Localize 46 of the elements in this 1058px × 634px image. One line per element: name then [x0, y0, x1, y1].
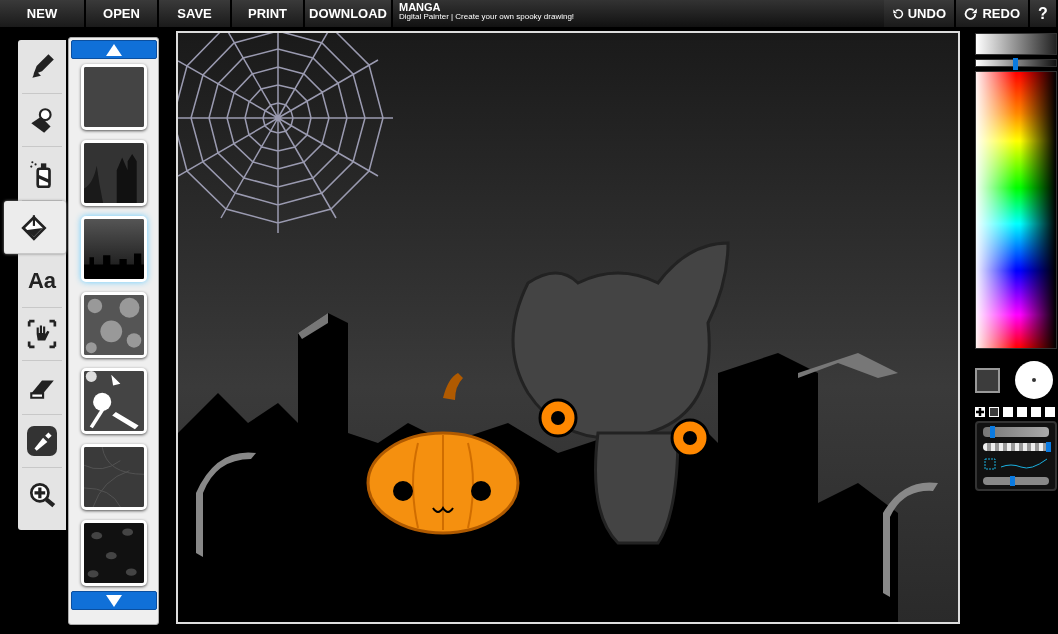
slider-thumb[interactable] — [1013, 58, 1019, 70]
background-thumbnail[interactable] — [80, 216, 147, 282]
brush-size-slider[interactable] — [983, 427, 1049, 437]
menu-button[interactable]: UNDO — [884, 0, 956, 27]
app-subtitle: Digital Painter | Create your own spooky drawing! — [399, 13, 576, 21]
down-arrow-icon — [105, 594, 122, 607]
color-swatch[interactable] — [1003, 407, 1013, 417]
slider-thumb[interactable] — [989, 426, 995, 438]
plus-icon — [976, 408, 984, 416]
brush-dot — [1032, 378, 1036, 382]
add-swatch-button[interactable] — [975, 407, 985, 417]
menu-button[interactable]: DOWNLOAD — [305, 0, 393, 27]
color-swatch[interactable] — [1017, 407, 1027, 417]
background-thumbnail[interactable] — [80, 64, 147, 130]
redo-icon — [964, 5, 979, 22]
eyedropper-icon — [27, 425, 57, 456]
bucket-tool[interactable] — [4, 200, 66, 254]
scroll-up-button[interactable] — [70, 40, 157, 59]
smoothing-curve-icon — [983, 457, 1049, 471]
menu-button[interactable]: OPEN — [86, 0, 159, 27]
shade-slider[interactable] — [975, 59, 1057, 67]
smoothing-slider[interactable] — [983, 477, 1049, 485]
scroll-down-button[interactable] — [70, 591, 157, 610]
hand-selection-icon — [27, 318, 57, 349]
menu-button[interactable]: REDO — [956, 0, 1030, 27]
color-swatch[interactable] — [989, 407, 999, 417]
color-swatch[interactable] — [1045, 407, 1055, 417]
menu-button[interactable]: SAVE — [159, 0, 232, 27]
up-arrow-icon — [105, 43, 122, 56]
opacity-slider[interactable] — [983, 443, 1049, 451]
background-thumbnail[interactable] — [80, 292, 147, 358]
current-color-swatch[interactable] — [975, 367, 1000, 393]
slider-thumb[interactable] — [1046, 442, 1051, 452]
slider-thumb[interactable] — [1009, 476, 1015, 486]
menu-button[interactable]: NEW — [0, 0, 86, 27]
background-thumbnail[interactable] — [80, 520, 147, 586]
shade-gradient[interactable] — [975, 33, 1057, 55]
background-thumbnail[interactable] — [80, 368, 147, 434]
help-button[interactable]: ? — [1030, 0, 1058, 27]
background-thumbnail[interactable] — [80, 444, 147, 510]
menu-button[interactable]: PRINT — [232, 0, 305, 27]
color-swatch[interactable] — [1031, 407, 1041, 417]
background-thumbnail[interactable] — [80, 140, 147, 206]
app-title: MANGA — [399, 2, 442, 13]
color-spectrum[interactable] — [975, 71, 1057, 349]
text-tool[interactable]: Aa — [22, 254, 62, 308]
